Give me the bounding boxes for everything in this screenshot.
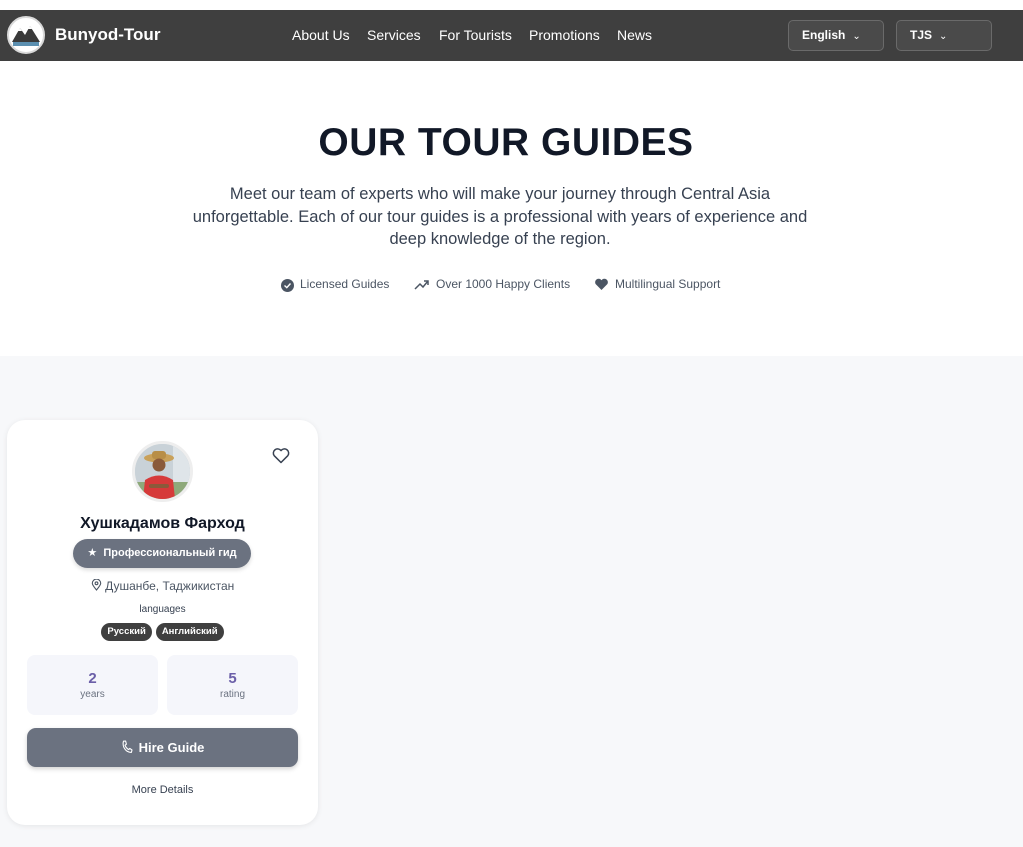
- experience-value: 2: [88, 670, 97, 687]
- nav-about-us[interactable]: About Us: [292, 27, 350, 43]
- feature-label: Multilingual Support: [615, 277, 721, 291]
- nav-news[interactable]: News: [617, 27, 652, 43]
- experience-unit: years: [80, 689, 105, 700]
- browser-top-strip: [0, 0, 1023, 10]
- nav-promotions[interactable]: Promotions: [529, 27, 600, 43]
- check-badge-icon: [281, 279, 294, 292]
- guide-status-badge: ★ Профессиональный гид: [73, 539, 251, 568]
- mountain-logo-icon: [10, 19, 42, 51]
- currency-value: TJS: [910, 28, 933, 42]
- hire-button-label: Hire Guide: [138, 740, 205, 755]
- page-description: Meet our team of experts who will make y…: [192, 185, 808, 248]
- guide-avatar[interactable]: [132, 441, 193, 502]
- site-header: Bunyod-Tour About Us Services For Touris…: [0, 10, 1023, 61]
- brand-name[interactable]: Bunyod-Tour: [55, 25, 160, 45]
- map-pin-icon: [91, 578, 101, 591]
- brand-logo[interactable]: [7, 16, 45, 54]
- languages-title: languages: [139, 604, 186, 615]
- guide-name: Хушкадамов Фарход: [80, 515, 245, 532]
- rating-unit: rating: [219, 689, 245, 700]
- star-icon: ★: [87, 547, 98, 559]
- language-chip: Английский: [155, 623, 224, 641]
- phone-icon: [122, 740, 133, 753]
- chevron-down-icon: ⌄: [939, 31, 948, 42]
- language-chip: Русский: [101, 623, 152, 641]
- currency-select[interactable]: TJS ⌄: [896, 20, 992, 51]
- chevron-down-icon: ⌄: [852, 31, 861, 42]
- rating-value: 5: [228, 670, 237, 687]
- hire-guide-button[interactable]: Hire Guide: [27, 728, 298, 767]
- guide-card: Хушкадамов Фарход ★ Профессиональный гид…: [7, 420, 318, 825]
- badge-label: Профессиональный гид: [103, 547, 237, 559]
- rating-stat: 5 rating: [167, 655, 298, 715]
- more-details-link[interactable]: More Details: [7, 784, 318, 796]
- trending-up-icon: [414, 280, 429, 290]
- favorite-heart-icon[interactable]: [272, 447, 290, 469]
- guide-location: Душанбе, Таджикистан: [7, 578, 318, 593]
- guide-photo: [135, 444, 190, 499]
- language-select[interactable]: English ⌄: [788, 20, 884, 51]
- language-value: English: [802, 28, 846, 42]
- feature-label: Over 1000 Happy Clients: [436, 277, 571, 291]
- nav-for-tourists[interactable]: For Tourists: [439, 27, 512, 43]
- heart-icon: [595, 278, 608, 290]
- nav-services[interactable]: Services: [367, 27, 421, 43]
- feature-label: Licensed Guides: [300, 277, 390, 291]
- languages-list: Русский Английский: [7, 623, 318, 641]
- page-title: OUR TOUR GUIDES: [318, 121, 694, 164]
- experience-stat: 2 years: [27, 655, 158, 715]
- location-text: Душанбе, Таджикистан: [105, 579, 235, 593]
